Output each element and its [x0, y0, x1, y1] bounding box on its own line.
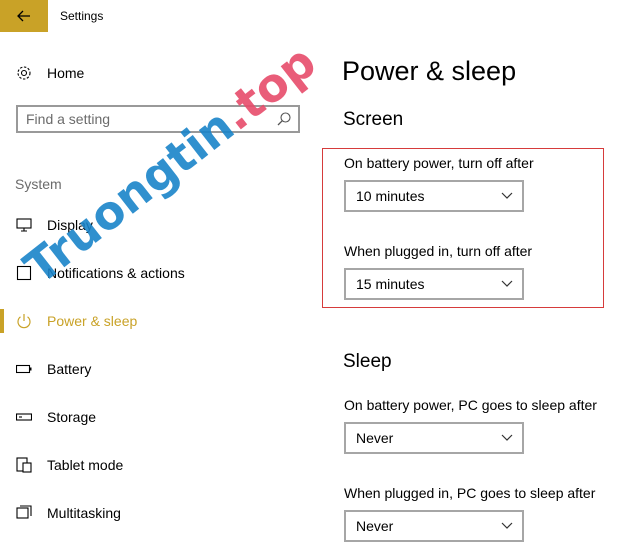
back-arrow-icon — [17, 10, 30, 22]
gear-icon — [15, 64, 33, 82]
section-title-sleep: Sleep — [343, 351, 392, 372]
sidebar-item-label: Storage — [47, 409, 97, 425]
dropdown-value: 15 minutes — [356, 276, 425, 292]
sidebar-item-label: Display — [47, 217, 93, 233]
multitasking-icon — [15, 504, 33, 522]
sleep-battery-dropdown[interactable]: Never — [344, 422, 524, 454]
chevron-down-icon — [501, 434, 513, 441]
monitor-icon — [15, 216, 33, 234]
sidebar-item-label: Home — [47, 65, 85, 81]
sidebar-item-power-sleep[interactable]: Power & sleep — [0, 301, 310, 341]
section-title-screen: Screen — [343, 109, 404, 130]
notification-icon — [15, 264, 33, 282]
chevron-down-icon — [501, 192, 513, 199]
tablet-mode-icon — [15, 456, 33, 474]
screen-plugged-dropdown[interactable]: 15 minutes — [344, 268, 524, 300]
battery-icon — [15, 360, 33, 378]
sidebar-item-label: Power & sleep — [47, 313, 138, 329]
sidebar-item-battery[interactable]: Battery — [0, 349, 310, 389]
sidebar-item-label: Tablet mode — [47, 457, 124, 473]
sidebar-item-notifications[interactable]: Notifications & actions — [0, 253, 310, 293]
sidebar-item-display[interactable]: Display — [0, 205, 310, 245]
sidebar-item-tablet-mode[interactable]: Tablet mode — [0, 445, 310, 485]
screen-plugged-label: When plugged in, turn off after — [344, 243, 533, 259]
sidebar-item-storage[interactable]: Storage — [0, 397, 310, 437]
sidebar-item-label: Notifications & actions — [47, 265, 185, 281]
back-button[interactable] — [0, 0, 48, 32]
sleep-plugged-label: When plugged in, PC goes to sleep after — [344, 485, 596, 501]
chevron-down-icon — [501, 280, 513, 287]
sleep-plugged-dropdown[interactable]: Never — [344, 510, 524, 542]
sidebar-item-home[interactable]: Home — [0, 53, 310, 93]
group-label-system: System — [15, 176, 62, 192]
sidebar-item-label: Battery — [47, 361, 92, 377]
search-input[interactable] — [26, 110, 266, 128]
screen-battery-label: On battery power, turn off after — [344, 155, 534, 171]
power-icon — [15, 312, 33, 330]
search-icon[interactable] — [276, 111, 292, 127]
chevron-down-icon — [501, 522, 513, 529]
dropdown-value: Never — [356, 430, 394, 446]
search-box[interactable] — [16, 105, 300, 133]
sleep-battery-label: On battery power, PC goes to sleep after — [344, 397, 597, 413]
app-title: Settings — [60, 9, 104, 23]
dropdown-value: 10 minutes — [356, 188, 425, 204]
sidebar-item-label: Multitasking — [47, 505, 121, 521]
sidebar-item-multitasking[interactable]: Multitasking — [0, 493, 310, 533]
page-title: Power & sleep — [342, 56, 517, 86]
dropdown-value: Never — [356, 518, 394, 534]
storage-icon — [15, 408, 33, 426]
screen-battery-dropdown[interactable]: 10 minutes — [344, 180, 524, 212]
